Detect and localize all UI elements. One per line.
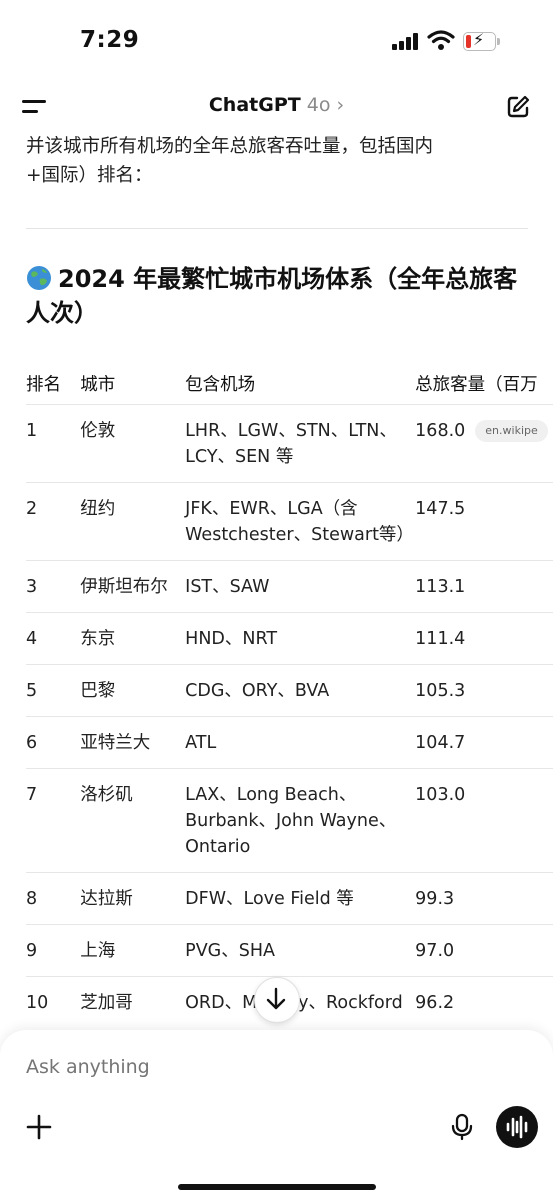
cell-total: 97.0 xyxy=(415,941,455,961)
cellular-signal-icon xyxy=(392,32,420,50)
cell-rank: 5 xyxy=(26,681,38,701)
cell-airports: DFW、Love Field 等 xyxy=(185,889,354,909)
header-city: 城市 xyxy=(80,374,116,395)
cell-rank: 10 xyxy=(26,993,49,1013)
table-row: 3 伊斯坦布尔 IST、SAW 113.1 xyxy=(26,560,553,613)
cell-airports: ATL xyxy=(185,733,217,753)
chat-message: 并该城市所有机场的全年总旅客吞吐量，包括国内 +国际）排名： 2024 年最繁忙… xyxy=(0,132,553,1032)
table-row: 5 巴黎 CDG、ORY、BVA 105.3 xyxy=(26,664,553,717)
cell-total: 105.3 xyxy=(415,681,466,701)
cell-city: 上海 xyxy=(80,941,116,961)
cell-rank: 6 xyxy=(26,733,38,753)
voice-mode-button[interactable] xyxy=(496,1106,538,1148)
wifi-icon xyxy=(427,30,455,50)
new-chat-edit-icon[interactable] xyxy=(505,94,531,120)
cell-total: 99.3 xyxy=(415,889,455,909)
battery-icon: ⚡ xyxy=(463,30,501,51)
cell-total: 104.7 xyxy=(415,733,466,753)
home-indicator xyxy=(178,1184,376,1190)
cell-city: 伊斯坦布尔 xyxy=(80,577,168,597)
table-row: 4 东京 HND、NRT 111.4 xyxy=(26,612,553,665)
globe-icon xyxy=(27,266,51,290)
intro-text: 并该城市所有机场的全年总旅客吞吐量，包括国内 +国际）排名： xyxy=(26,136,434,186)
cell-city: 达拉斯 xyxy=(80,889,133,909)
cell-rank: 8 xyxy=(26,889,38,909)
cell-rank: 3 xyxy=(26,577,38,597)
cell-city: 亚特兰大 xyxy=(80,733,151,753)
plus-icon[interactable] xyxy=(26,1114,52,1140)
message-input[interactable] xyxy=(26,1056,446,1078)
cell-rank: 9 xyxy=(26,941,38,961)
cell-airports: IST、SAW xyxy=(185,577,270,597)
cell-city: 纽约 xyxy=(80,499,116,519)
model-name: 4o xyxy=(306,94,331,116)
top-nav-bar: ChatGPT 4o › xyxy=(0,80,553,132)
cell-rank: 2 xyxy=(26,499,38,519)
header-total: 总旅客量（百万 xyxy=(415,374,538,395)
cell-airports: ORD、Midway、Rockford xyxy=(185,977,415,1029)
header-rank: 排名 xyxy=(26,374,61,395)
divider xyxy=(26,228,528,229)
microphone-icon[interactable] xyxy=(447,1112,477,1142)
cell-airports: HND、NRT xyxy=(185,629,278,649)
table-row: 6 亚特兰大 ATL 104.7 xyxy=(26,716,553,769)
cell-airports: LHR、LGW、STN、LTN、LCY、SEN 等 xyxy=(185,421,397,467)
cell-airports: JFK、EWR、LGA（含 Westchester、Stewart等） xyxy=(185,499,414,545)
message-composer xyxy=(0,1030,553,1200)
cell-total: 103.0 xyxy=(415,785,466,805)
cell-total: 168.0 en.wikipe xyxy=(415,405,553,483)
table-row: 2 纽约 JFK、EWR、LGA（含 Westchester、Stewart等）… xyxy=(26,482,553,561)
citation-chip[interactable]: en.wikipe xyxy=(475,420,548,442)
cell-total: 147.5 xyxy=(415,499,466,519)
chevron-right-icon: › xyxy=(336,94,345,116)
table-row: 7 洛杉矶 LAX、Long Beach、Burbank、John Wayne、… xyxy=(26,768,553,873)
table-row: 1 伦敦 LHR、LGW、STN、LTN、LCY、SEN 等 168.0 en.w… xyxy=(26,404,553,483)
cell-city: 巴黎 xyxy=(80,681,116,701)
status-bar: 7:29 ⚡ xyxy=(0,0,553,80)
section-heading: 2024 年最繁忙城市机场体系（全年总旅客人次） xyxy=(26,265,518,327)
model-selector[interactable]: ChatGPT 4o › xyxy=(0,94,553,116)
cell-total: 96.2 xyxy=(415,993,455,1013)
status-time: 7:29 xyxy=(80,27,140,53)
cell-total: 113.1 xyxy=(415,577,466,597)
scroll-down-button[interactable] xyxy=(254,977,300,1023)
table-row: 9 上海 PVG、SHA 97.0 xyxy=(26,924,553,977)
voice-waveform-icon xyxy=(506,1115,528,1139)
cell-city: 芝加哥 xyxy=(80,993,133,1013)
cell-rank: 1 xyxy=(26,421,38,441)
cell-rank: 7 xyxy=(26,785,38,805)
cell-rank: 4 xyxy=(26,629,38,649)
airport-ranking-table: 排名 城市 包含机场 总旅客量（百万 1 伦敦 LHR、LGW、STN、LTN、… xyxy=(26,362,553,1029)
cell-airports: CDG、ORY、BVA xyxy=(185,681,330,701)
cell-airports: PVG、SHA xyxy=(185,941,275,961)
cell-total: 111.4 xyxy=(415,629,466,649)
table-header-row: 排名 城市 包含机场 总旅客量（百万 xyxy=(26,362,553,405)
arrow-down-icon xyxy=(266,987,286,1010)
cell-city: 东京 xyxy=(80,629,116,649)
cell-airports: LAX、Long Beach、Burbank、John Wayne、Ontari… xyxy=(185,785,397,857)
app-name: ChatGPT xyxy=(208,94,301,116)
cell-city: 洛杉矶 xyxy=(80,785,133,805)
table-row: 8 达拉斯 DFW、Love Field 等 99.3 xyxy=(26,872,553,925)
cell-city: 伦敦 xyxy=(80,421,116,441)
header-airports: 包含机场 xyxy=(185,374,256,395)
